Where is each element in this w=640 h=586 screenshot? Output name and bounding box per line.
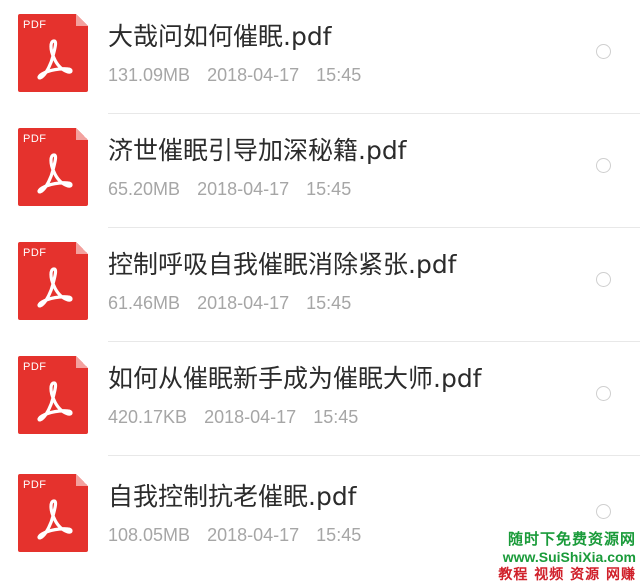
watermark-tagline: 教程 视频 资源 网赚: [498, 567, 636, 583]
file-size: 65.20MB: [108, 179, 181, 199]
file-date: 2018-04-17: [197, 293, 290, 313]
acrobat-icon: [37, 153, 73, 194]
file-meta: 420.17KB 2018-04-17 15:45: [108, 406, 358, 428]
file-date: 2018-04-17: [197, 179, 290, 199]
file-time: 15:45: [306, 293, 352, 313]
watermark-url: www.SuiShiXia.com: [502, 549, 636, 565]
watermark-site-name: 随时下免费资源网: [507, 530, 636, 548]
pdf-file-icon: PDF: [18, 14, 88, 92]
file-size: 108.05MB: [108, 525, 191, 545]
file-date: 2018-04-17: [207, 65, 300, 85]
file-row[interactable]: PDF 控制呼吸自我催眠消除紧张.pdf 61.46MB 2018-04-17 …: [0, 228, 640, 342]
watermark: 随时下免费资源网 www.SuiShiXia.com 教程 视频 资源 网赚: [456, 530, 636, 584]
select-radio[interactable]: [596, 504, 611, 519]
file-name[interactable]: 大哉问如何催眠.pdf: [108, 22, 332, 52]
file-name[interactable]: 如何从催眠新手成为催眠大师.pdf: [108, 364, 482, 394]
select-radio[interactable]: [596, 44, 611, 59]
acrobat-icon: [37, 499, 73, 540]
select-radio[interactable]: [596, 158, 611, 173]
acrobat-icon: [37, 381, 73, 422]
select-radio[interactable]: [596, 272, 611, 287]
pdf-file-icon: PDF: [18, 474, 88, 552]
pdf-file-icon: PDF: [18, 356, 88, 434]
file-name[interactable]: 济世催眠引导加深秘籍.pdf: [108, 136, 407, 166]
pdf-file-icon: PDF: [18, 242, 88, 320]
pdf-icon-label: PDF: [23, 247, 47, 259]
file-name[interactable]: 控制呼吸自我催眠消除紧张.pdf: [108, 250, 457, 280]
file-date: 2018-04-17: [204, 407, 297, 427]
pdf-icon-label: PDF: [23, 361, 47, 373]
file-time: 15:45: [306, 179, 352, 199]
file-size: 420.17KB: [108, 407, 188, 427]
file-meta: 131.09MB 2018-04-17 15:45: [108, 64, 361, 86]
file-name[interactable]: 自我控制抗老催眠.pdf: [108, 482, 357, 512]
file-row[interactable]: PDF 济世催眠引导加深秘籍.pdf 65.20MB 2018-04-17 15…: [0, 114, 640, 228]
file-size: 61.46MB: [108, 293, 181, 313]
file-time: 15:45: [313, 407, 359, 427]
file-date: 2018-04-17: [207, 525, 300, 545]
pdf-file-icon: PDF: [18, 128, 88, 206]
file-row[interactable]: PDF 如何从催眠新手成为催眠大师.pdf 420.17KB 2018-04-1…: [0, 342, 640, 456]
acrobat-icon: [37, 267, 73, 308]
file-row[interactable]: PDF 大哉问如何催眠.pdf 131.09MB 2018-04-17 15:4…: [0, 0, 640, 114]
file-time: 15:45: [316, 525, 362, 545]
pdf-icon-label: PDF: [23, 19, 47, 31]
pdf-icon-label: PDF: [23, 133, 47, 145]
file-size: 131.09MB: [108, 65, 191, 85]
file-meta: 65.20MB 2018-04-17 15:45: [108, 178, 351, 200]
acrobat-icon: [37, 39, 73, 80]
file-meta: 108.05MB 2018-04-17 15:45: [108, 524, 361, 546]
select-radio[interactable]: [596, 386, 611, 401]
file-list: PDF 大哉问如何催眠.pdf 131.09MB 2018-04-17 15:4…: [0, 0, 640, 586]
file-time: 15:45: [316, 65, 362, 85]
pdf-icon-label: PDF: [23, 479, 47, 491]
file-meta: 61.46MB 2018-04-17 15:45: [108, 292, 351, 314]
